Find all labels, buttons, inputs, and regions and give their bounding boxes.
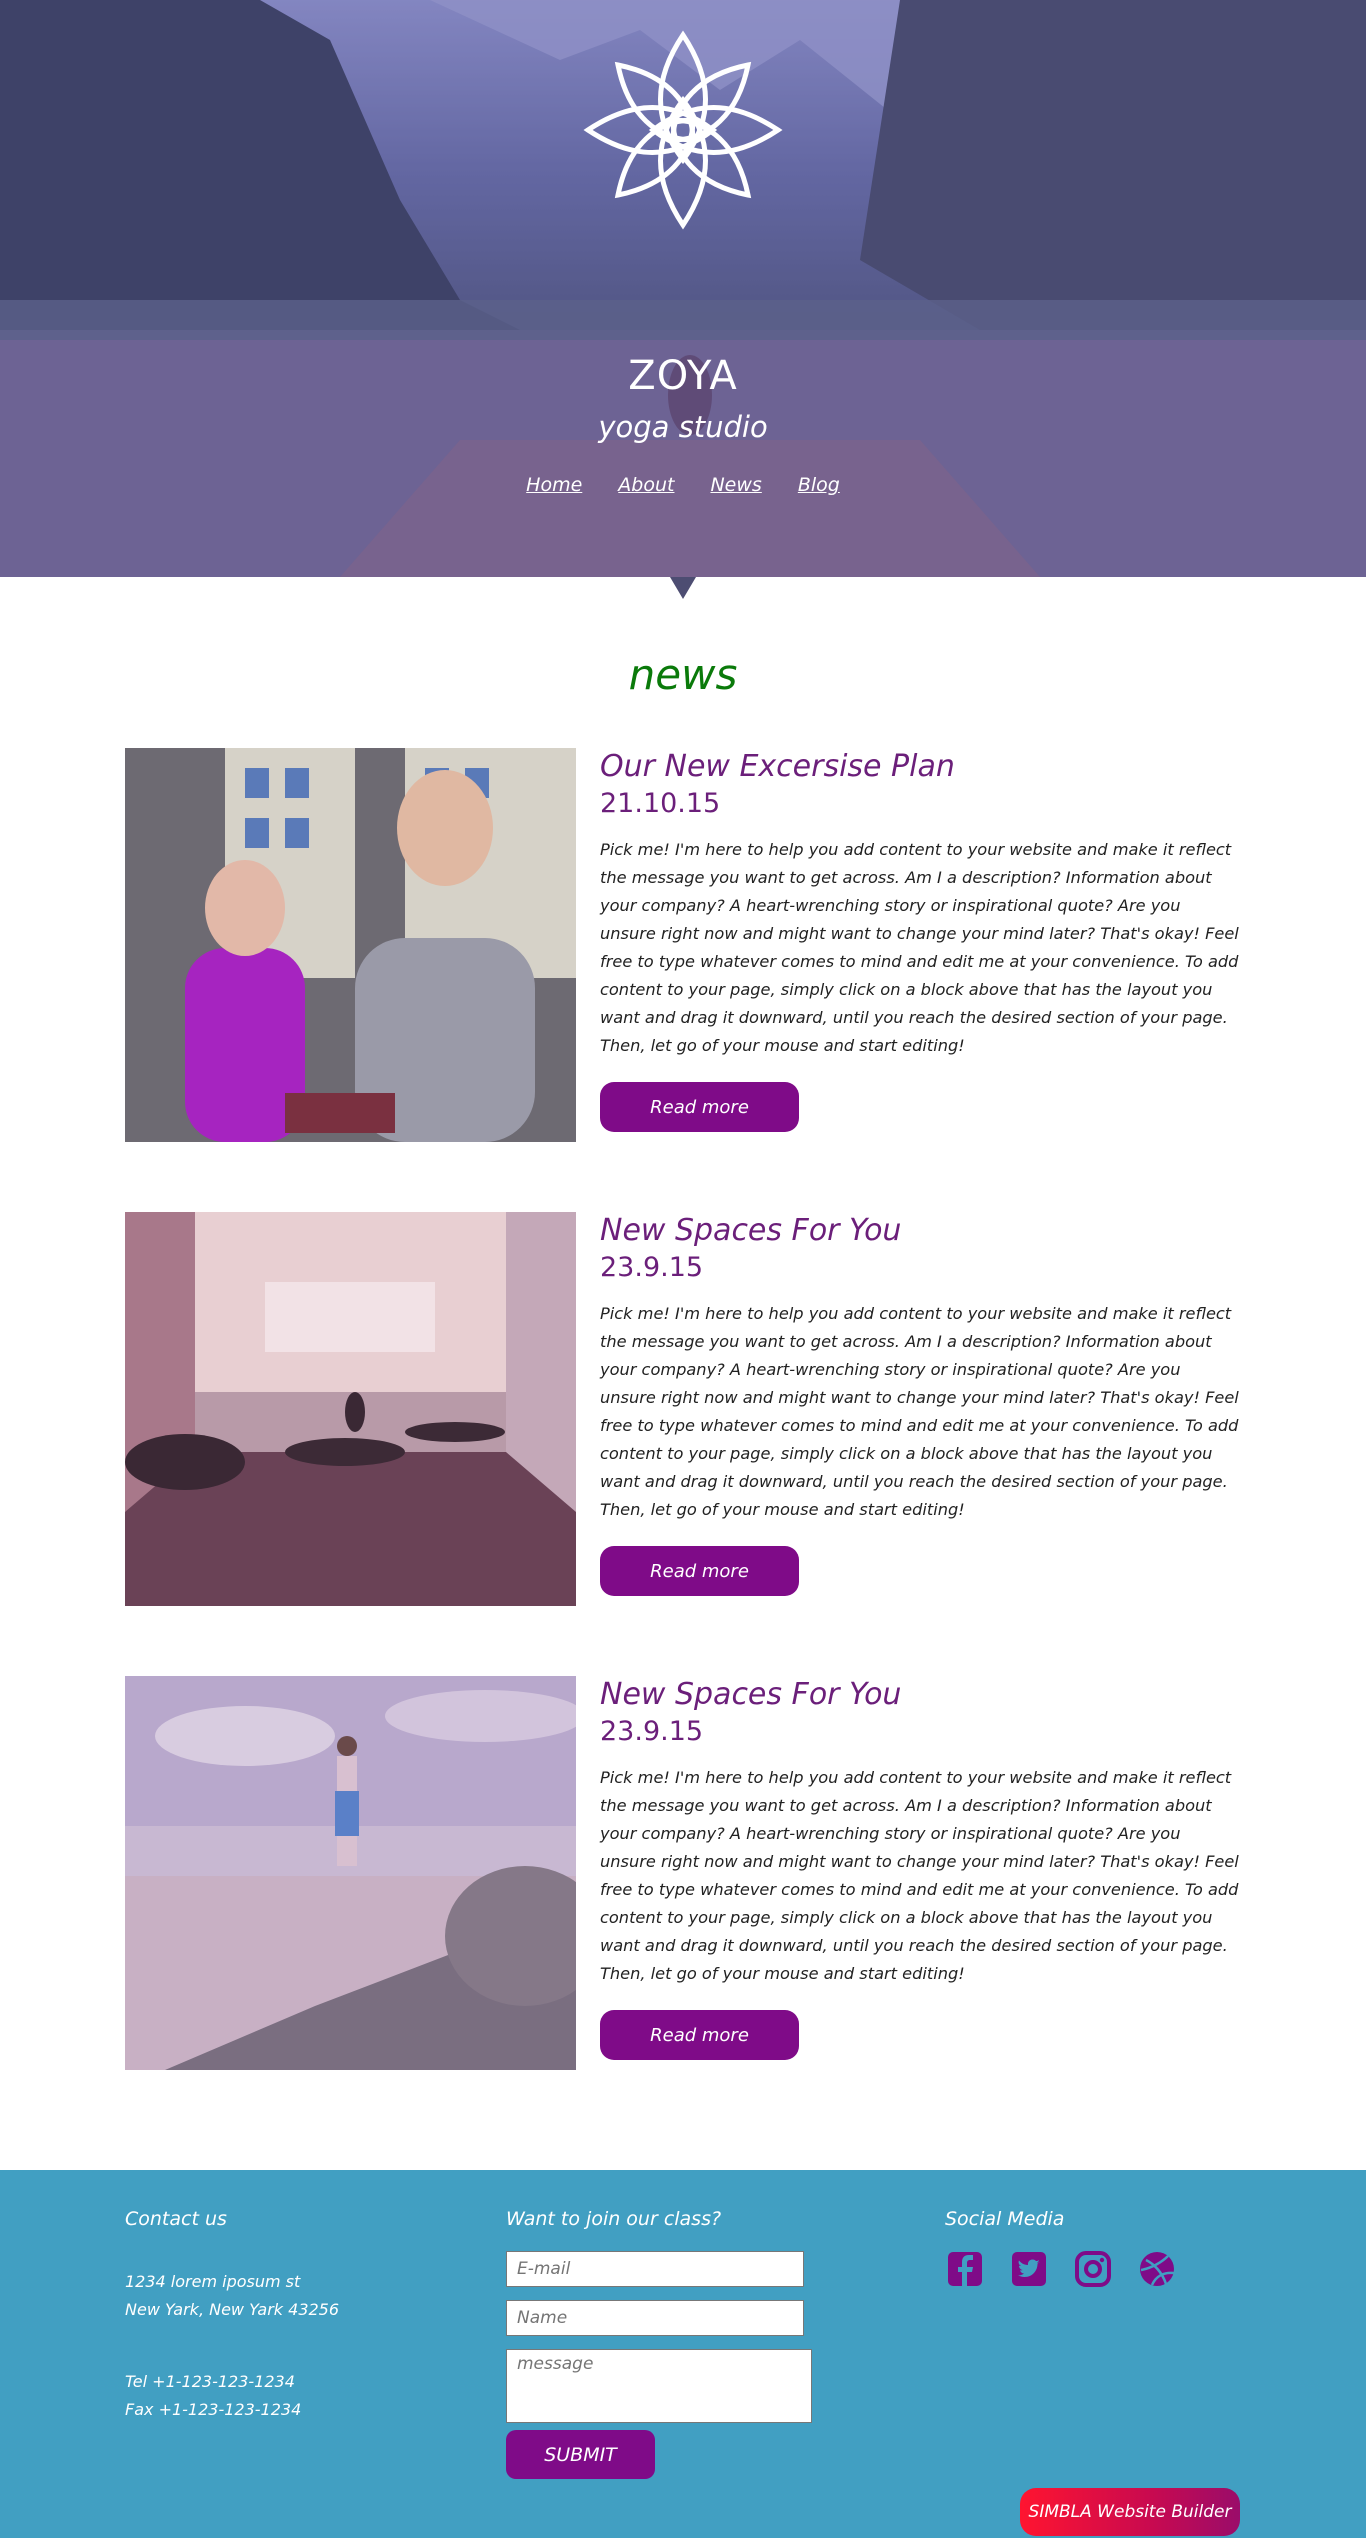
main-nav: Home About News Blog: [0, 474, 1366, 496]
post-image-studio: [125, 1212, 576, 1606]
post-title: New Spaces For You: [600, 1677, 902, 1712]
post-image-trainer: [125, 748, 576, 1142]
contact-heading: Contact us: [125, 2208, 227, 2230]
read-more-button[interactable]: Read more: [600, 1082, 799, 1132]
brand-subtitle: yoga studio: [598, 410, 768, 444]
post-text: Pick me! I'm here to help you add conten…: [600, 1768, 1239, 1983]
post-text: Pick me! I'm here to help you add conten…: [600, 1304, 1239, 1519]
dribbble-icon[interactable]: [1138, 2250, 1176, 2288]
fax-number: Fax +1-123-123-1234: [125, 2400, 302, 2419]
lotus-logo-icon: [583, 30, 783, 230]
instagram-icon[interactable]: [1074, 2250, 1112, 2288]
read-more-button[interactable]: Read more: [600, 1546, 799, 1596]
simbla-builder-badge[interactable]: SIMBLA Website Builder: [1020, 2488, 1240, 2536]
hero-banner: ZOYA yoga studio Home About News Blog: [0, 0, 1366, 577]
message-textarea[interactable]: [506, 2349, 812, 2423]
post-title: Our New Excersise Plan: [600, 749, 955, 784]
news-section-title: news: [628, 650, 738, 699]
post-date: 21.10.15: [600, 788, 721, 819]
news-post: New Spaces For You 23.9.15 Pick me! I'm …: [125, 1212, 1241, 1606]
join-class-heading: Want to join our class?: [506, 2208, 722, 2230]
post-text: Pick me! I'm here to help you add conten…: [600, 840, 1239, 1055]
post-title: New Spaces For You: [600, 1213, 902, 1248]
nav-link-blog[interactable]: Blog: [798, 474, 840, 496]
address-line-1: 1234 lorem iposum st: [125, 2272, 301, 2291]
phone-number: Tel +1-123-123-1234: [125, 2372, 295, 2391]
submit-button[interactable]: SUBMIT: [506, 2430, 655, 2479]
post-date: 23.9.15: [600, 1716, 704, 1747]
news-post: New Spaces For You 23.9.15 Pick me! I'm …: [125, 1676, 1241, 2070]
read-more-button[interactable]: Read more: [600, 2010, 799, 2060]
twitter-icon[interactable]: [1010, 2250, 1048, 2288]
post-date: 23.9.15: [600, 1252, 704, 1283]
news-post: Our New Excersise Plan 21.10.15 Pick me!…: [125, 748, 1241, 1142]
name-input[interactable]: [506, 2300, 804, 2336]
nav-link-news[interactable]: News: [710, 474, 761, 496]
post-image-tree-pose: [125, 1676, 576, 2070]
social-media-heading: Social Media: [945, 2208, 1065, 2230]
brand-name: ZOYA: [628, 353, 738, 399]
nav-link-about[interactable]: About: [618, 474, 674, 496]
nav-link-home[interactable]: Home: [526, 474, 582, 496]
hero-down-notch: [670, 577, 696, 599]
address-line-2: New Yark, New Yark 43256: [125, 2300, 340, 2319]
facebook-icon[interactable]: [946, 2250, 984, 2288]
email-input[interactable]: [506, 2251, 804, 2287]
